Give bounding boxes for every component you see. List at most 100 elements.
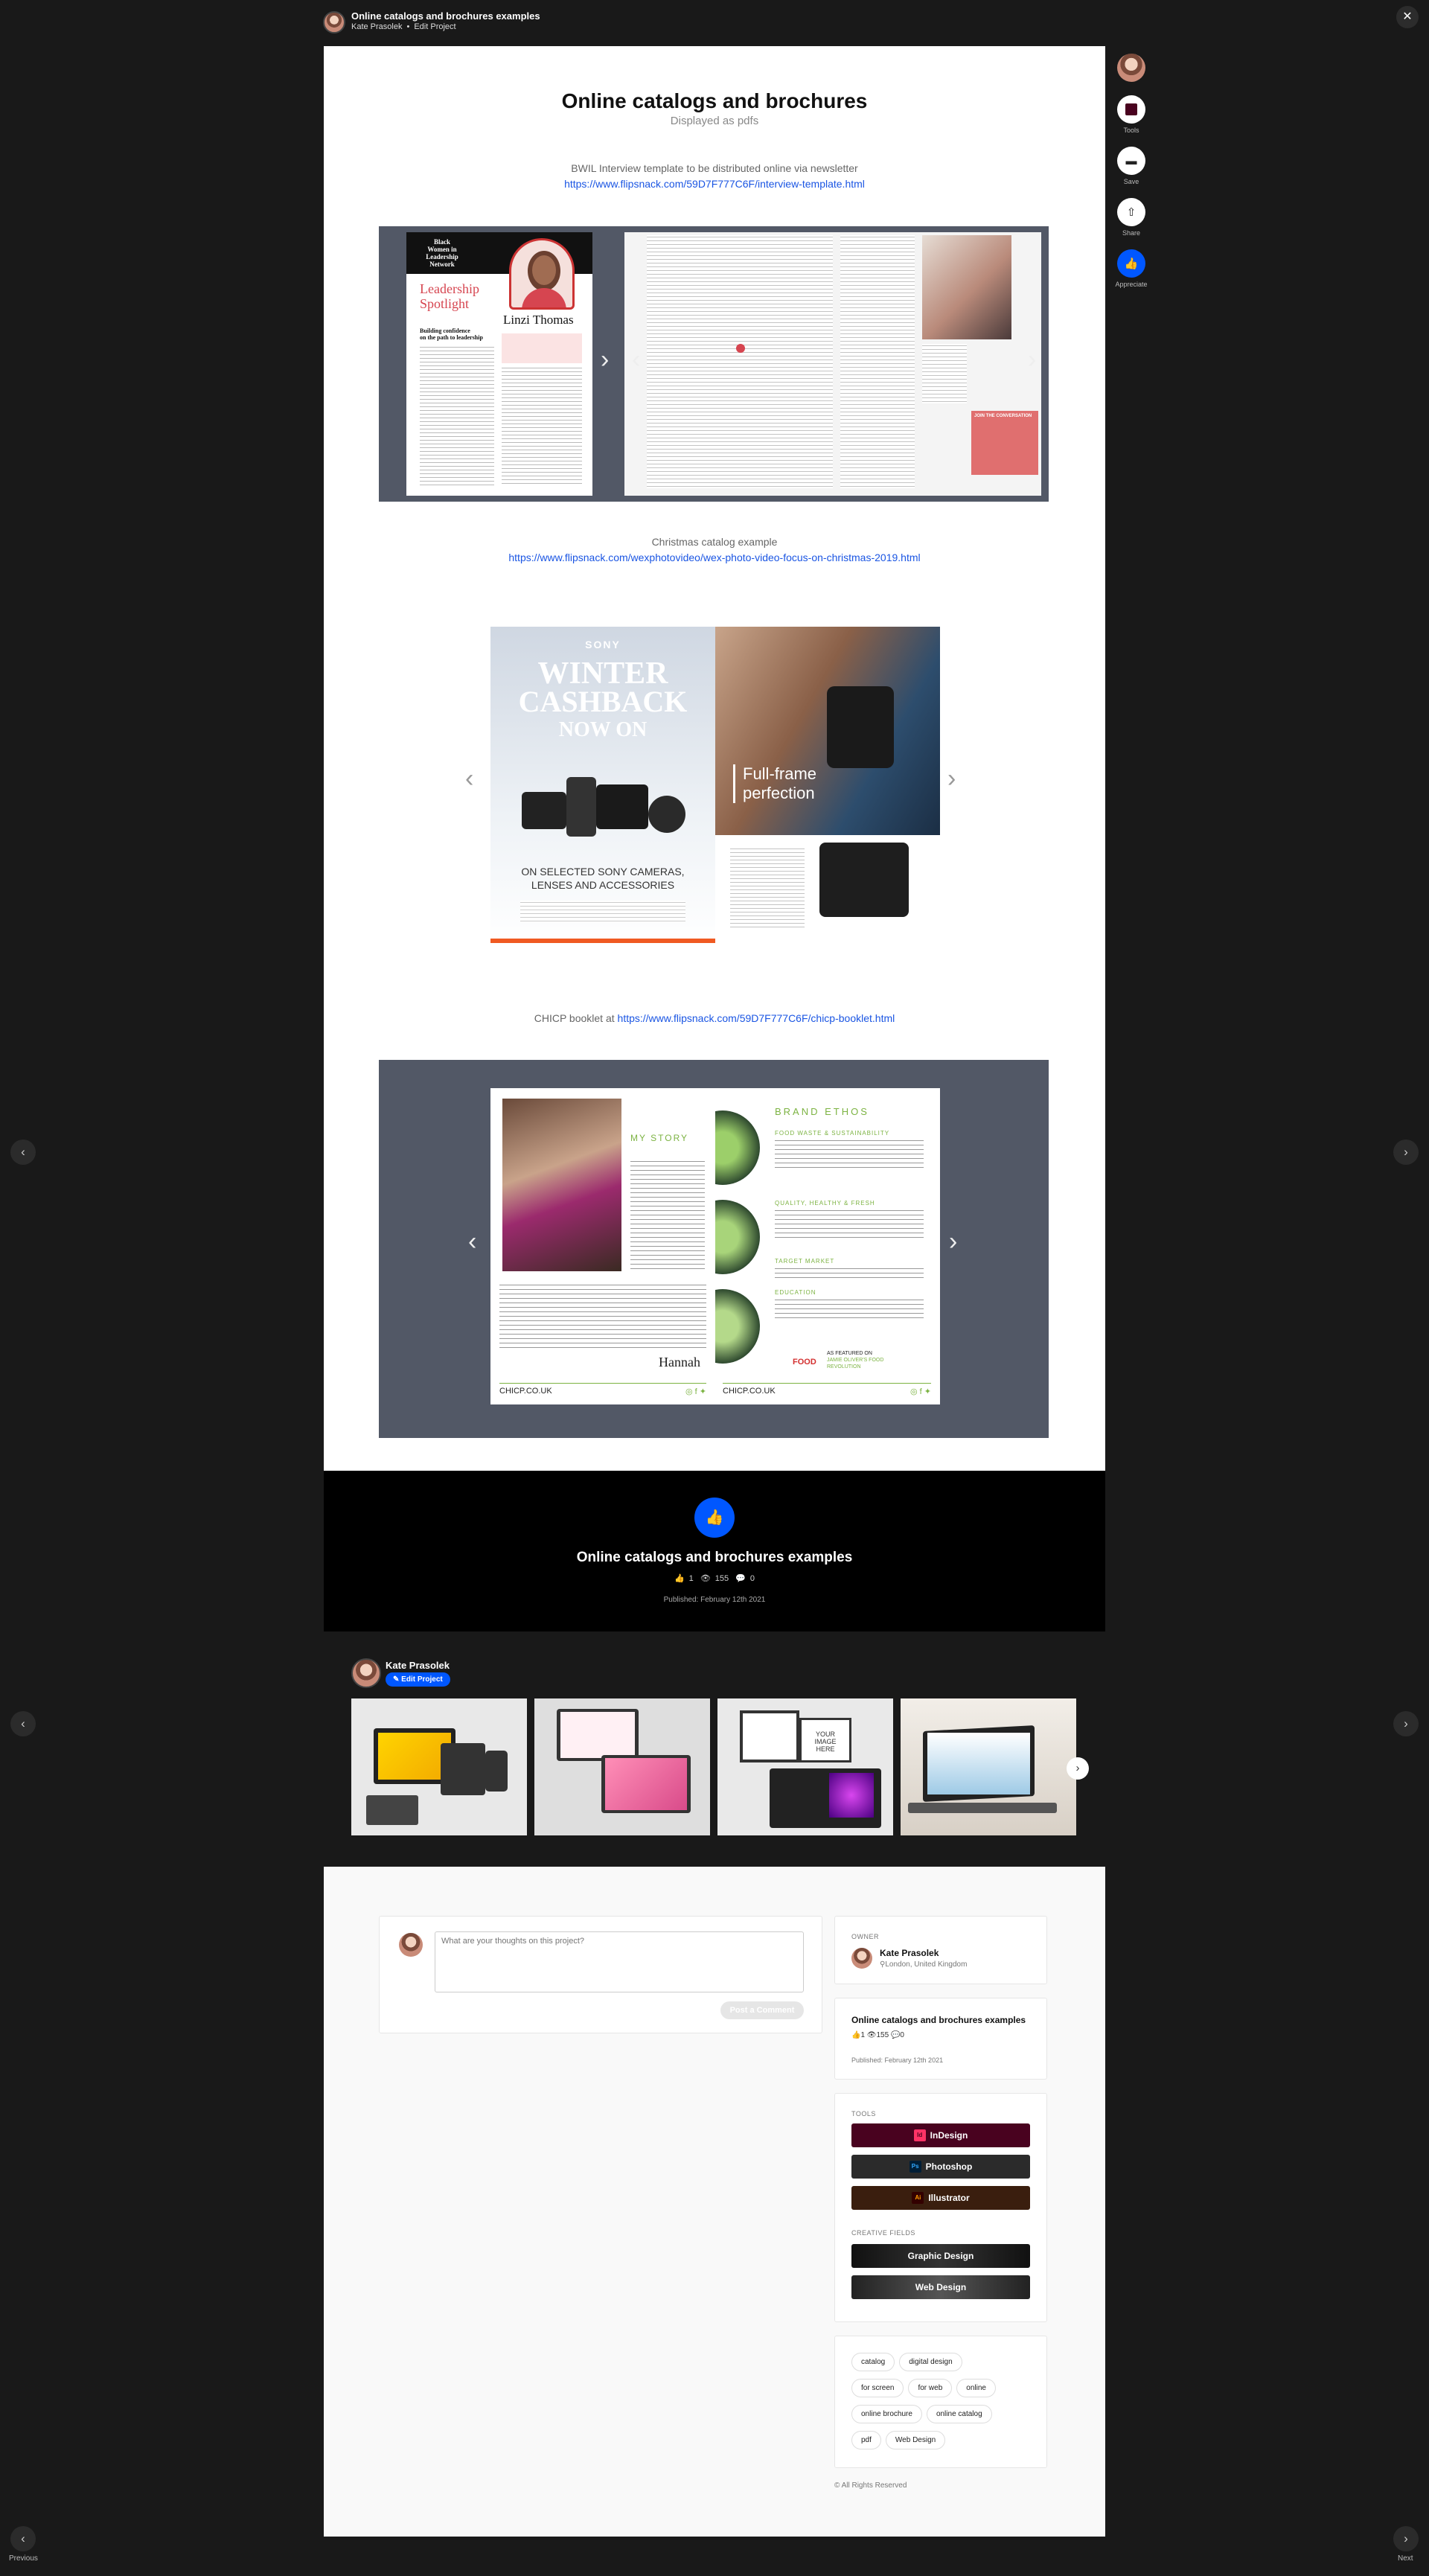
like-icon: 👍 (674, 1574, 685, 1583)
sidebar-project-title: Online catalogs and brochures examples (851, 2015, 1026, 2025)
tag-pill[interactable]: online catalog (926, 2405, 992, 2423)
tag-pill[interactable]: Web Design (885, 2431, 946, 2449)
rail-owner[interactable] (1115, 54, 1148, 85)
owner-label: OWNER (851, 1933, 879, 1940)
chicp-next-arrow[interactable]: › (949, 1227, 957, 1256)
owner-strip-name[interactable]: Kate Prasolek (386, 1660, 450, 1671)
tag-pill[interactable]: online brochure (851, 2405, 922, 2423)
next-project-arrow[interactable]: › (1393, 1140, 1419, 1165)
view-count: 155 (714, 1574, 729, 1583)
tag-pill[interactable]: online (956, 2379, 996, 2397)
tool-photoshop-button[interactable]: Ps Photoshop (851, 2155, 1030, 2179)
tool-illustrator-button[interactable]: Ai Illustrator (851, 2186, 1030, 2210)
rail-appreciate-label: Appreciate (1115, 281, 1148, 288)
previous-label[interactable]: Previous (9, 2554, 38, 2563)
tag-pill[interactable]: catalog (851, 2353, 895, 2371)
rail-avatar[interactable] (1117, 54, 1145, 82)
bwil-flipbook[interactable]: Black Women in Leadership Network Leader… (379, 226, 1049, 502)
chicp-flipbook[interactable]: ‹ MY STORY Hannah CHICP.CO.UK ◎ f ✦ BRAN… (379, 1060, 1049, 1438)
next-strip-arrow[interactable]: › (1393, 1711, 1419, 1736)
tool-indesign-button[interactable]: Id InDesign (851, 2123, 1030, 2147)
bwil-left-next-arrow[interactable]: › (601, 345, 609, 374)
project-thumb-1[interactable] (351, 1698, 527, 1835)
rail-share[interactable]: ⇧ Share (1115, 198, 1148, 237)
bwil-right-next-arrow[interactable]: › (1028, 345, 1036, 374)
comment-box-card: Post a Comment (379, 1916, 822, 2033)
sidebar-owner-name[interactable]: Kate Prasolek (880, 1948, 939, 1958)
chicp-footer-left: CHICP.CO.UK ◎ f ✦ (499, 1383, 706, 1396)
sony-next-arrow[interactable]: › (947, 764, 956, 793)
bwil-right-prev-arrow[interactable]: ‹ (632, 345, 640, 374)
prev-strip-arrow[interactable]: ‹ (10, 1711, 36, 1736)
featured-3: REVOLUTION (827, 1364, 861, 1370)
project-thumb-3[interactable]: YOUR IMAGE HERE (717, 1698, 893, 1835)
featured-1: AS FEATURED ON (827, 1351, 872, 1356)
rail-save-label: Save (1123, 178, 1139, 185)
chicp-booklet-link[interactable]: https://www.flipsnack.com/59D7F777C6F/ch… (618, 1012, 895, 1024)
ethos-2: QUALITY, HEALTHY & FRESH (775, 1200, 875, 1206)
post-comment-button[interactable]: Post a Comment (720, 2001, 804, 2019)
chicp-right-page: BRAND ETHOS FOOD WASTE & SUSTAINABILITY … (715, 1088, 940, 1404)
sony-prev-arrow[interactable]: ‹ (465, 764, 473, 793)
next-label[interactable]: Next (1398, 2554, 1413, 2563)
comment-input[interactable] (435, 1931, 804, 1992)
sony-h1: WINTER (537, 656, 668, 691)
photoshop-label: Photoshop (925, 2161, 973, 2172)
section3-caption: CHICP booklet at (534, 1012, 615, 1024)
sidebar-owner-avatar[interactable] (851, 1948, 872, 1969)
illustrator-label: Illustrator (928, 2193, 970, 2203)
hannah-signature: Hannah (659, 1355, 700, 1370)
save-icon[interactable]: ▬ (1117, 147, 1145, 175)
thumbs-up-icon[interactable]: 👍 (1117, 249, 1145, 278)
like-count: 1 (688, 1574, 694, 1583)
tools-icon[interactable] (1117, 95, 1145, 124)
edit-project-button[interactable]: ✎ Edit Project (386, 1672, 450, 1687)
bwil-quote-box (502, 333, 582, 363)
owner-name-link[interactable]: Kate Prasolek (351, 22, 402, 31)
project-canvas: Online catalogs and brochures Displayed … (324, 46, 1105, 1471)
field-web-design-button[interactable]: Web Design (851, 2275, 1030, 2299)
project-info-card: Online catalogs and brochures examples 👍… (834, 1998, 1047, 2080)
rail-tools[interactable]: Tools (1115, 95, 1148, 134)
project-title-header[interactable]: Online catalogs and brochures examples (351, 10, 540, 22)
interview-template-link[interactable]: https://www.flipsnack.com/59D7F777C6F/in… (564, 178, 865, 190)
bwil-body-col2 (502, 366, 582, 487)
christmas-catalog-link[interactable]: https://www.flipsnack.com/wexphotovideo/… (508, 552, 920, 563)
prev-project-arrow[interactable]: ‹ (10, 1140, 36, 1165)
project-thumb-4[interactable] (901, 1698, 1076, 1835)
sony-left-page: SONY WINTER CASHBACK NOW ON ON SELECTED … (490, 627, 715, 943)
chicp-left-page: MY STORY Hannah CHICP.CO.UK ◎ f ✦ (490, 1088, 715, 1404)
sidebar-owner-location: ⚲London, United Kingdom (880, 1960, 967, 1969)
chicp-prev-arrow[interactable]: ‹ (468, 1227, 476, 1256)
tag-pill[interactable]: for screen (851, 2379, 904, 2397)
owner-card: OWNER Kate Prasolek ⚲London, United King… (834, 1916, 1047, 1984)
edit-project-link[interactable]: Edit Project (414, 22, 455, 31)
thumbs-next-arrow[interactable]: › (1067, 1757, 1089, 1780)
owner-avatar[interactable] (323, 11, 345, 33)
tag-pill[interactable]: for web (908, 2379, 953, 2397)
bwil-org-line1: Black (433, 238, 450, 246)
field-graphic-design-button[interactable]: Graphic Design (851, 2244, 1030, 2268)
tag-pill[interactable]: digital design (899, 2353, 962, 2371)
tag-pill[interactable]: pdf (851, 2431, 881, 2449)
bwil-cover-page: Black Women in Leadership Network Leader… (406, 232, 592, 496)
rail-appreciate[interactable]: 👍 Appreciate (1115, 249, 1148, 288)
social-icons-right: ◎ f ✦ (910, 1387, 931, 1396)
heading-line1: Leadership (420, 281, 479, 296)
previous-arrow[interactable]: ‹ (10, 2526, 36, 2551)
owner-strip-avatar[interactable] (351, 1658, 381, 1688)
appreciate-thumbs-icon[interactable]: 👍 (694, 1498, 735, 1538)
linzi-portrait (509, 238, 575, 310)
band-project-title: Online catalogs and brochures examples (576, 1550, 853, 1565)
bwil-spread-text-left (647, 235, 833, 488)
sony-flipbook[interactable]: ‹ SONY WINTER CASHBACK NOW ON ON SELECTE… (465, 627, 964, 947)
share-icon[interactable]: ⇧ (1117, 198, 1145, 226)
rail-save[interactable]: ▬ Save (1115, 147, 1148, 185)
sidebar-published: Published: February 12th 2021 (851, 2056, 944, 2064)
sidebar-comment-count: 0 (900, 2031, 904, 2039)
band-stats: 👍 1 👁 155 💬 0 (324, 1573, 1105, 1583)
section1-link-row: https://www.flipsnack.com/59D7F777C6F/in… (324, 178, 1105, 190)
project-thumb-2[interactable] (534, 1698, 710, 1835)
close-icon[interactable]: ✕ (1396, 6, 1419, 28)
next-arrow[interactable]: › (1393, 2526, 1419, 2551)
